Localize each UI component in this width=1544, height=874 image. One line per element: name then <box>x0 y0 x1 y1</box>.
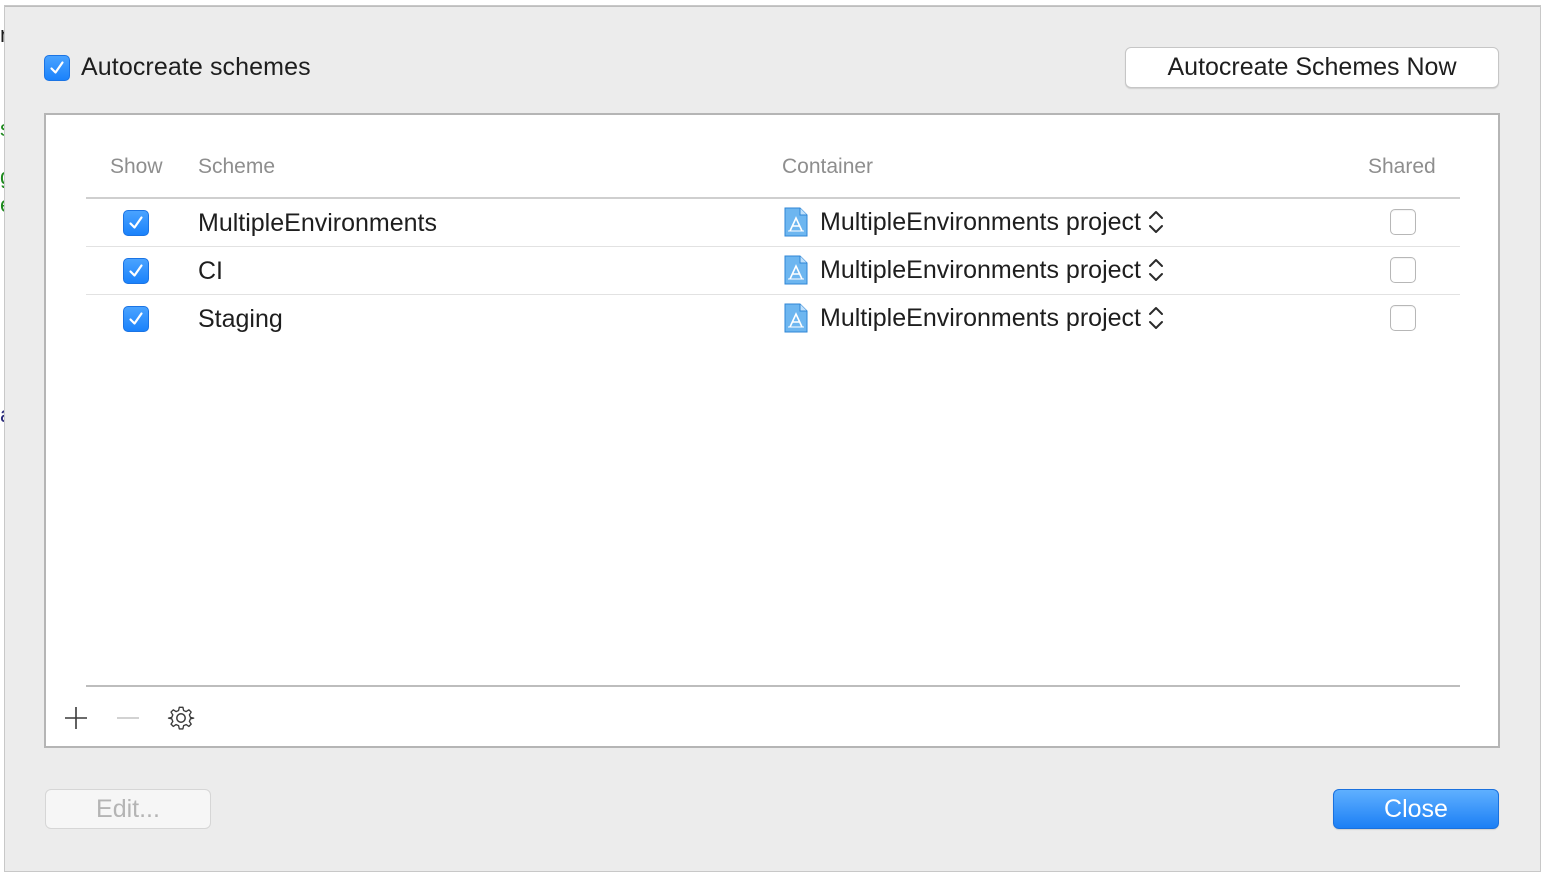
shared-checkbox[interactable] <box>1390 305 1416 331</box>
gear-icon <box>167 706 195 730</box>
scheme-name: CI <box>198 257 223 285</box>
column-header-scheme[interactable]: Scheme <box>198 155 275 179</box>
container-popup[interactable]: MultipleEnvironments project <box>784 207 1164 237</box>
show-checkbox[interactable] <box>123 258 149 284</box>
checkmark-icon <box>129 264 143 277</box>
show-checkbox[interactable] <box>123 210 149 236</box>
shared-checkbox[interactable] <box>1390 209 1416 235</box>
close-button[interactable]: Close <box>1333 789 1499 829</box>
chevron-up-down-icon <box>1148 259 1163 281</box>
table-header: Show Scheme Container Shared <box>86 151 1460 199</box>
xcode-project-icon <box>784 303 808 333</box>
scheme-name: Staging <box>198 305 283 333</box>
show-checkbox[interactable] <box>123 306 149 332</box>
chevron-up-down-icon <box>1148 307 1163 329</box>
manage-schemes-sheet: Autocreate schemes Autocreate Schemes No… <box>5 6 1540 871</box>
table-footer-divider <box>86 685 1460 687</box>
container-popup[interactable]: MultipleEnvironments project <box>784 255 1164 285</box>
container-label: MultipleEnvironments project <box>820 303 1141 332</box>
chevron-up-down-icon <box>1148 211 1163 233</box>
column-header-shared[interactable]: Shared <box>1368 155 1436 179</box>
add-icon <box>65 707 87 729</box>
scheme-name: MultipleEnvironments <box>198 209 437 237</box>
autocreate-schemes-toggle[interactable]: Autocreate schemes <box>44 53 311 82</box>
remove-scheme-button[interactable] <box>111 703 145 733</box>
column-header-container[interactable]: Container <box>782 155 873 179</box>
autocreate-schemes-checkbox[interactable] <box>44 54 70 81</box>
xcode-project-icon <box>784 255 808 285</box>
add-scheme-button[interactable] <box>59 703 93 733</box>
table-row[interactable]: MultipleEnvironments MultipleEnvironment… <box>86 199 1460 247</box>
remove-icon <box>117 717 139 719</box>
checkmark-icon <box>129 216 143 229</box>
shared-checkbox[interactable] <box>1390 257 1416 283</box>
schemes-table-panel: Show Scheme Container Shared MultipleEnv… <box>44 113 1500 748</box>
checkmark-icon <box>129 312 143 325</box>
autocreate-schemes-label: Autocreate schemes <box>81 53 311 81</box>
scheme-actions-button[interactable] <box>164 703 198 733</box>
container-label: MultipleEnvironments project <box>820 255 1141 284</box>
column-header-show[interactable]: Show <box>110 155 163 179</box>
table-row[interactable]: Staging MultipleEnvironments project <box>86 295 1460 342</box>
container-popup[interactable]: MultipleEnvironments project <box>784 303 1164 333</box>
container-label: MultipleEnvironments project <box>820 207 1141 236</box>
autocreate-schemes-now-button[interactable]: Autocreate Schemes Now <box>1125 47 1499 88</box>
table-row[interactable]: CI MultipleEnvironments project <box>86 247 1460 295</box>
xcode-project-icon <box>784 207 808 237</box>
edit-scheme-button[interactable]: Edit... <box>45 789 211 829</box>
checkmark-icon <box>50 60 64 74</box>
